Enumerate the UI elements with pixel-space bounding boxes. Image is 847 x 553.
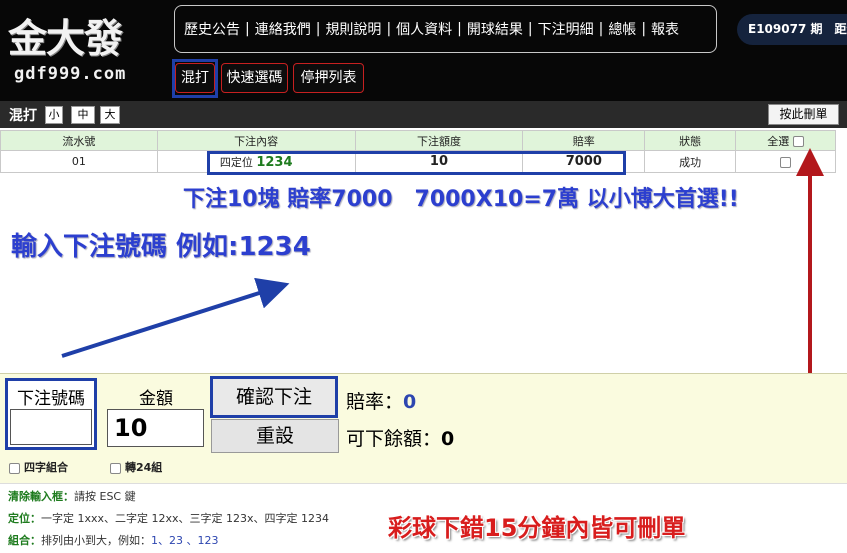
col-odds: 賠率 (522, 130, 646, 151)
note-combo-example: 1、23 、123 (151, 534, 219, 547)
note-clear: 清除輸入框：請按 ESC 鍵 (8, 488, 136, 504)
col-select-all: 全選 (735, 130, 836, 151)
note-combo-text: 排列由小到大，例如： (41, 534, 151, 547)
four-combo-checkbox[interactable] (9, 462, 20, 474)
row-highlight-box (207, 151, 626, 175)
nav-profile[interactable]: 個人資料 (396, 19, 452, 39)
amount-label: 金額 (139, 389, 173, 409)
remaining-label: 可下餘額： (346, 428, 442, 450)
col-status: 狀態 (644, 130, 737, 151)
bet-number-label: 下注號碼 (17, 389, 85, 409)
nav-contact[interactable]: 連絡我們 (255, 19, 311, 39)
cell-serial: 01 (0, 150, 158, 173)
tab-highlight-box (172, 59, 218, 98)
odds-label: 賠率： (346, 391, 404, 413)
note-combo: 組合：排列由小到大，例如：1、23 、123 (8, 532, 219, 548)
nav-separator: | (641, 21, 647, 37)
col-serial: 流水號 (0, 130, 158, 151)
combo24-checkbox[interactable] (110, 462, 121, 474)
four-combo-label: 四字組合 (24, 461, 68, 474)
annotation-odds-example: 下注10塊 賠率7000 7000X10=7萬 以小博大首選!! (183, 187, 739, 212)
delete-bet-button[interactable]: 按此刪單 (768, 104, 839, 125)
remaining-display: 可下餘額：0 (346, 424, 454, 451)
bet-number-box: 下注號碼 (5, 378, 97, 450)
annotation-input-hint: 輸入下注號碼 例如:1234 (11, 232, 311, 262)
cell-select (735, 150, 836, 173)
bet-input-panel: 下注號碼 金額 10 確認下注 重設 賠率：0 可下餘額：0 四字組合 轉24組 (0, 373, 847, 483)
remaining-value: 0 (441, 428, 455, 450)
nav-separator: | (315, 21, 321, 37)
nav-separator: | (598, 21, 604, 37)
logo[interactable]: 金大發 (8, 16, 123, 62)
size-small-button[interactable]: 小 (45, 106, 63, 124)
cell-status: 成功 (644, 150, 737, 173)
odds-value: 0 (403, 391, 417, 413)
nav-reports[interactable]: 報表 (651, 19, 679, 39)
col-amount: 下注額度 (354, 130, 524, 151)
period-badge: E109077 期 距封 (737, 14, 847, 45)
row-checkbox[interactable] (780, 156, 792, 168)
option-four-combo[interactable]: 四字組合 (9, 459, 68, 475)
site-header: 金大發 gdf999.com 歷史公告 | 連絡我們 | 規則說明 | 個人資料… (0, 0, 847, 101)
size-medium-button[interactable]: 中 (71, 106, 95, 124)
nav-separator: | (386, 21, 392, 37)
annotation-delete-hint: 彩球下錯15分鐘內皆可刪單 (388, 514, 686, 542)
nav-separator: | (457, 21, 462, 37)
nav-bet-details[interactable]: 下注明細 (538, 19, 594, 39)
nav-separator: | (245, 21, 250, 37)
nav-results[interactable]: 開球結果 (467, 19, 523, 39)
note-fixed-text: 一字定 1xxx、二字定 12xx、三字定 123x、四字定 1234 (41, 512, 330, 525)
bet-page: 金大發 gdf999.com 歷史公告 | 連絡我們 | 規則說明 | 個人資料… (0, 0, 847, 553)
nav-rules[interactable]: 規則說明 (325, 19, 381, 39)
size-large-button[interactable]: 大 (100, 106, 120, 124)
option-24-combo[interactable]: 轉24組 (110, 459, 162, 475)
logo-domain: gdf999.com (14, 64, 127, 84)
bet-number-input[interactable] (10, 409, 92, 445)
tab-quick-pick[interactable]: 快速選碼 (221, 63, 288, 93)
main-nav: 歷史公告 | 連絡我們 | 規則說明 | 個人資料 | 開球結果 | 下注明細 … (174, 5, 717, 53)
col-content: 下注內容 (156, 130, 356, 151)
select-all-label: 全選 (767, 134, 790, 148)
confirm-bet-button[interactable]: 確認下注 (210, 376, 338, 418)
odds-display: 賠率：0 (346, 387, 416, 414)
nav-separator: | (527, 21, 533, 37)
tab-stop-list[interactable]: 停押列表 (293, 63, 364, 93)
nav-history[interactable]: 歷史公告 (184, 19, 240, 39)
amount-input[interactable]: 10 (107, 409, 204, 447)
note-clear-label: 清除輸入框： (8, 490, 74, 503)
toolbar: 混打 小 中 大 (0, 101, 847, 128)
toolbar-title: 混打 (9, 108, 37, 124)
note-clear-text: 請按 ESC 鍵 (74, 490, 136, 503)
blue-arrow (61, 277, 290, 358)
note-combo-label: 組合： (8, 534, 41, 547)
reset-button[interactable]: 重設 (211, 419, 339, 453)
table-header-row: 流水號 下注內容 下注額度 賠率 狀態 全選 (0, 130, 836, 151)
nav-ledger[interactable]: 總帳 (608, 19, 636, 39)
note-fixed: 定位：一字定 1xxx、二字定 12xx、三字定 123x、四字定 1234 (8, 510, 329, 526)
select-all-checkbox[interactable] (792, 136, 804, 147)
note-fixed-label: 定位： (8, 512, 41, 525)
combo24-label: 轉24組 (125, 461, 163, 474)
